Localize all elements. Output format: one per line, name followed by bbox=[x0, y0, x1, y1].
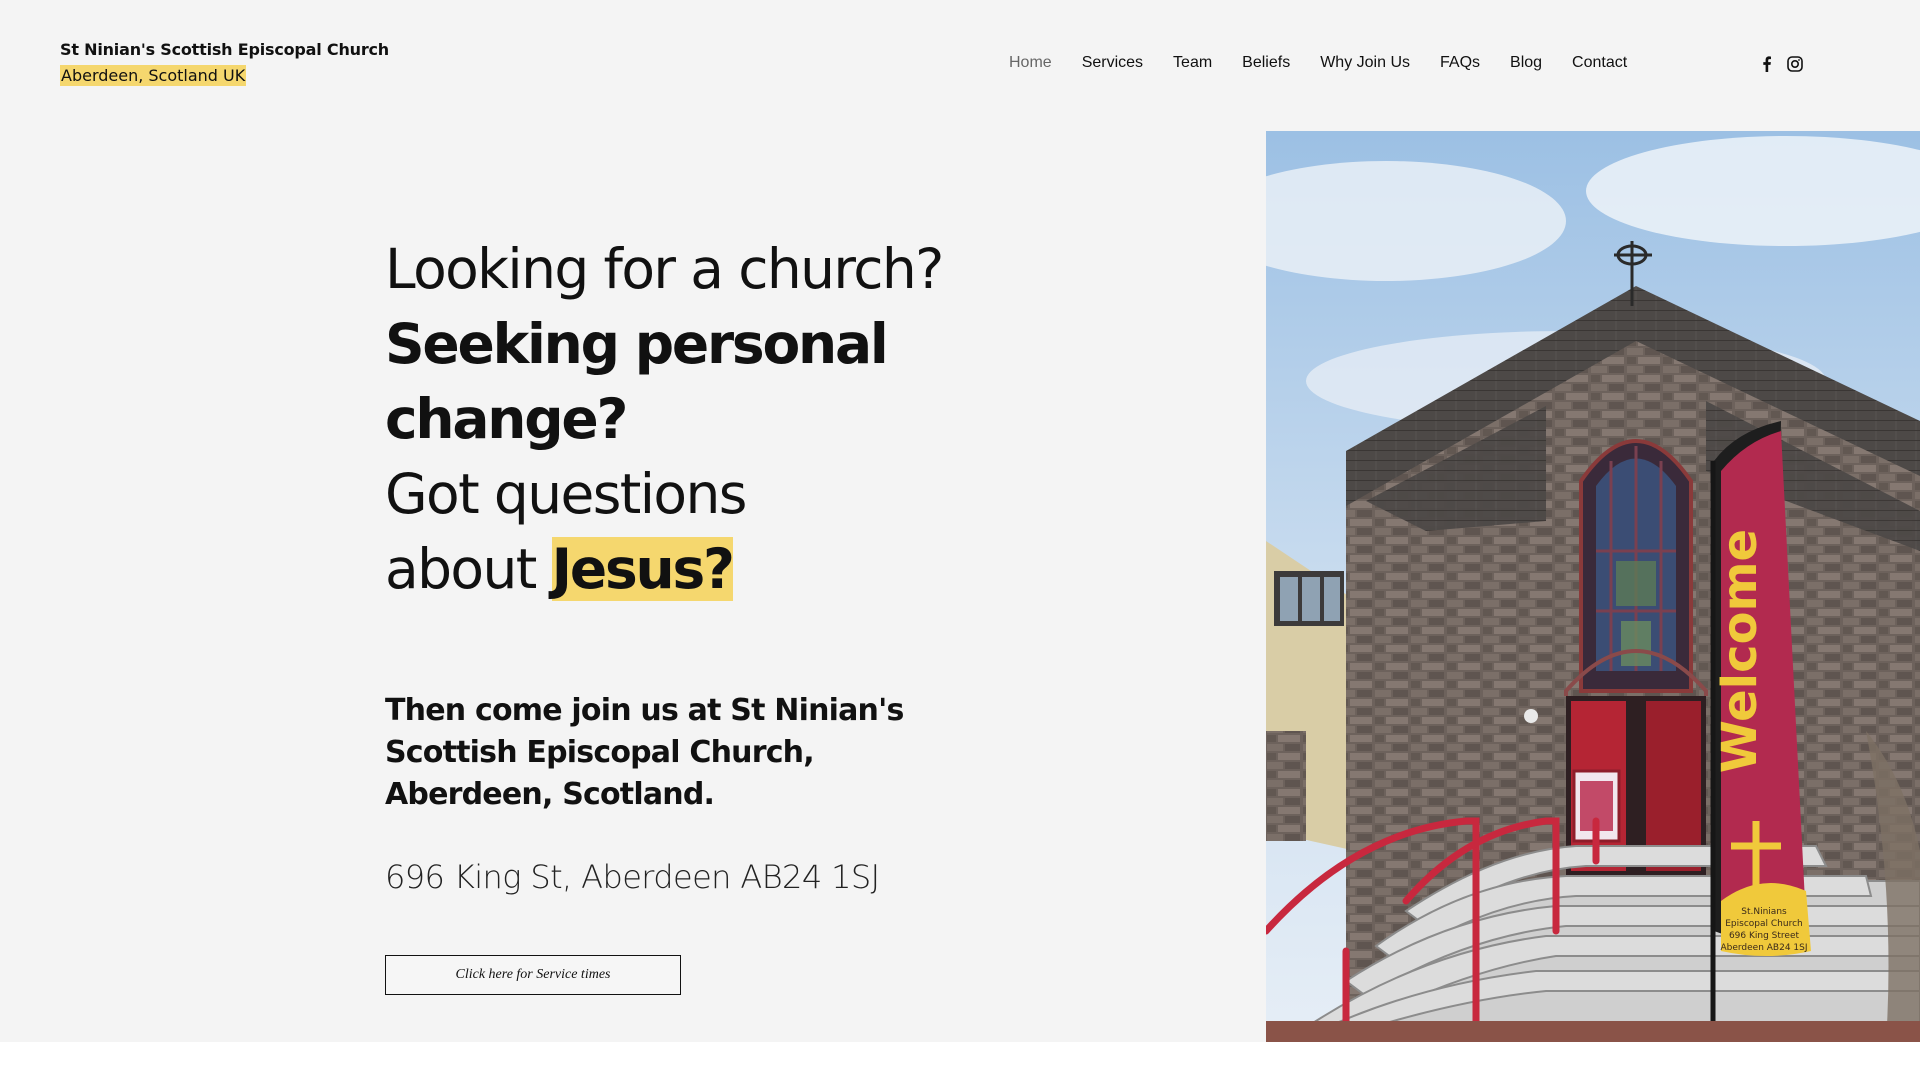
nav-item-team[interactable]: Team bbox=[1173, 54, 1212, 72]
hero-line-seeking: Seeking personal bbox=[385, 312, 889, 376]
hero-line-questions: Got questions bbox=[385, 462, 747, 526]
banner-welcome-text: Welcome bbox=[1712, 529, 1768, 773]
social-links bbox=[1759, 56, 1803, 72]
nav-item-faqs[interactable]: FAQs bbox=[1440, 54, 1480, 72]
banner-footer-line-3: 696 King Street bbox=[1729, 931, 1800, 941]
service-times-button[interactable]: Click here for Service times bbox=[385, 955, 681, 995]
site-location: Aberdeen, Scotland UK bbox=[60, 65, 247, 86]
church-photo: Welcome St.Ninians Episcopal Church 696 … bbox=[1266, 131, 1920, 1042]
hero-line-change: change? bbox=[385, 387, 628, 451]
nav-item-home[interactable]: Home bbox=[1009, 54, 1052, 72]
banner-footer-line-1: St.Ninians bbox=[1741, 907, 1787, 917]
site-title[interactable]: St Ninian's Scottish Episcopal Church bbox=[60, 40, 389, 59]
nav-item-services[interactable]: Services bbox=[1082, 54, 1143, 72]
facebook-icon[interactable] bbox=[1759, 56, 1775, 72]
banner-footer-line-2: Episcopal Church bbox=[1725, 919, 1802, 929]
nav-item-beliefs[interactable]: Beliefs bbox=[1242, 54, 1290, 72]
page-footer-band bbox=[0, 1042, 1920, 1080]
hero-jesus-highlight: Jesus? bbox=[551, 537, 735, 601]
site-brand[interactable]: St Ninian's Scottish Episcopal Church Ab… bbox=[60, 40, 389, 86]
instagram-icon[interactable] bbox=[1787, 56, 1803, 72]
hero-subheading: Then come join us at St Ninian's Scottis… bbox=[385, 693, 904, 812]
hero-line-looking: Looking for a church? bbox=[385, 237, 944, 301]
nav-item-blog[interactable]: Blog bbox=[1510, 54, 1542, 72]
nav-item-why-join-us[interactable]: Why Join Us bbox=[1320, 54, 1410, 72]
church-address: 696 King St, Aberdeen AB24 1SJ bbox=[385, 858, 880, 896]
hero-line-about: about Jesus? bbox=[385, 532, 1005, 607]
hero-about-word: about bbox=[385, 537, 537, 601]
main-nav: Home Services Team Beliefs Why Join Us F… bbox=[1009, 54, 1657, 72]
nav-item-contact[interactable]: Contact bbox=[1572, 54, 1627, 72]
hero-heading: Looking for a church? Seeking personal c… bbox=[385, 232, 1005, 607]
church-illustration: Welcome St.Ninians Episcopal Church 696 … bbox=[1266, 131, 1920, 1042]
banner-footer-line-4: Aberdeen AB24 1SJ bbox=[1720, 943, 1807, 953]
